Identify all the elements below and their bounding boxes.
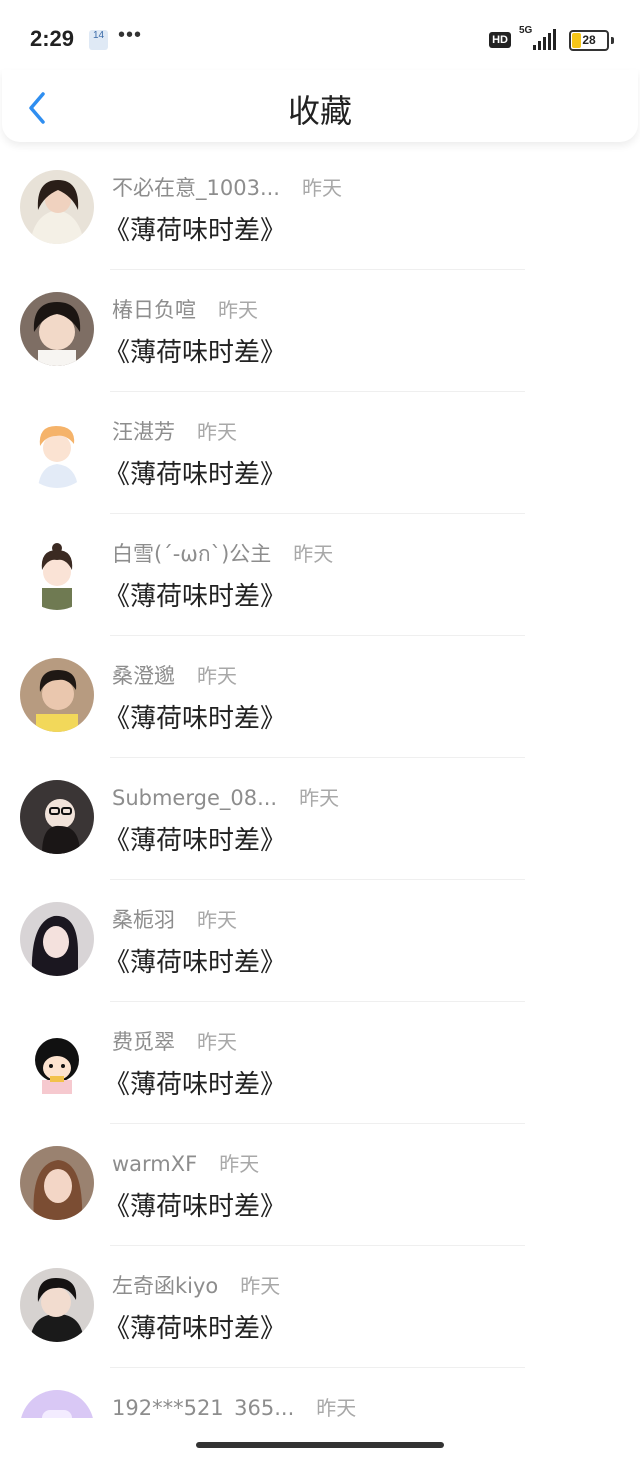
timestamp: 昨天: [219, 1152, 260, 1176]
list-item[interactable]: 桑澄邈 昨天 《薄荷味时差》: [0, 636, 640, 758]
user-avatar-icon: [20, 1390, 94, 1418]
timestamp: 昨天: [197, 664, 237, 688]
avatar[interactable]: [20, 902, 94, 976]
battery-level: 28: [582, 33, 596, 47]
notification-icon: 14: [89, 30, 108, 50]
list-item[interactable]: 左奇函kiyo 昨天 《薄荷味时差》: [0, 1246, 640, 1368]
avatar[interactable]: [20, 780, 94, 854]
avatar[interactable]: [20, 170, 94, 244]
timestamp: 昨天: [197, 420, 237, 444]
book-title[interactable]: 《薄荷味时差》: [104, 1308, 286, 1345]
list-item[interactable]: 费觅翠 昨天 《薄荷味时差》: [0, 1002, 640, 1124]
username: 不必在意_1003...: [112, 176, 280, 200]
network-type-label: 5G: [519, 25, 533, 36]
user-avatar-icon: [20, 658, 94, 732]
username: 汪湛芳: [112, 420, 175, 444]
more-notifications-icon: •••: [118, 24, 143, 46]
list-item[interactable]: 不必在意_1003... 昨天 《薄荷味时差》: [0, 148, 640, 270]
navigation-bar: 收藏: [2, 70, 638, 142]
timestamp: 昨天: [293, 542, 334, 566]
user-avatar-icon: [20, 536, 94, 610]
avatar[interactable]: [20, 1390, 94, 1418]
list-item[interactable]: 白雪(ˊ-ωก`)公主 昨天 《薄荷味时差》: [0, 514, 640, 636]
avatar[interactable]: [20, 292, 94, 366]
book-title[interactable]: 《薄荷味时差》: [104, 576, 286, 613]
status-time: 2:29: [30, 26, 75, 51]
username: 费觅翠: [112, 1030, 175, 1054]
book-title[interactable]: 《薄荷味时差》: [104, 332, 286, 369]
timestamp: 昨天: [218, 298, 258, 322]
hd-icon: HD: [489, 32, 511, 48]
avatar[interactable]: [20, 1146, 94, 1220]
user-avatar-icon: [20, 780, 94, 854]
list-item[interactable]: Submerge_08... 昨天 《薄荷味时差》: [0, 758, 640, 880]
username: 白雪(ˊ-ωก`)公主: [112, 542, 272, 566]
timestamp: 昨天: [240, 1274, 281, 1298]
user-avatar-icon: [20, 1146, 94, 1220]
status-indicators: HD 5G 28: [489, 25, 614, 52]
timestamp: 昨天: [301, 176, 342, 200]
username: 椿日负喧: [112, 298, 196, 322]
list-item[interactable]: warmXF 昨天 《薄荷味时差》: [0, 1124, 640, 1246]
book-title[interactable]: 《薄荷味时差》: [104, 698, 286, 735]
favorites-list: 不必在意_1003... 昨天 《薄荷味时差》 椿日负喧 昨天 《薄荷味时差》: [0, 148, 640, 1418]
home-indicator[interactable]: [196, 1442, 444, 1448]
username: 桑栀羽: [112, 908, 175, 932]
user-avatar-icon: [20, 1268, 94, 1342]
avatar[interactable]: [20, 1268, 94, 1342]
page-title: 收藏: [287, 92, 352, 130]
book-title[interactable]: 《薄荷味时差》: [104, 1186, 286, 1223]
status-bar: 2:29 14 ••• HD 5G 28: [0, 0, 640, 80]
battery-icon: 28: [569, 29, 609, 51]
username: Submerge_08...: [112, 786, 278, 810]
list-item[interactable]: 192***521_365... 昨天: [0, 1368, 640, 1418]
user-avatar-icon: [20, 902, 94, 976]
list-item[interactable]: 汪湛芳 昨天 《薄荷味时差》: [0, 392, 640, 514]
list-item[interactable]: 椿日负喧 昨天 《薄荷味时差》: [0, 270, 640, 392]
avatar[interactable]: [20, 536, 94, 610]
timestamp: 昨天: [197, 908, 237, 932]
timestamp: 昨天: [316, 1396, 357, 1418]
book-title[interactable]: 《薄荷味时差》: [104, 210, 286, 247]
user-avatar-icon: [20, 292, 94, 366]
user-avatar-icon: [20, 414, 94, 488]
book-title[interactable]: 《薄荷味时差》: [104, 1064, 286, 1101]
book-title[interactable]: 《薄荷味时差》: [104, 820, 286, 857]
timestamp: 昨天: [197, 1030, 237, 1054]
user-avatar-icon: [20, 170, 94, 244]
avatar[interactable]: [20, 414, 94, 488]
list-item[interactable]: 桑栀羽 昨天 《薄荷味时差》: [0, 880, 640, 1002]
timestamp: 昨天: [299, 786, 340, 810]
avatar[interactable]: [20, 1024, 94, 1098]
avatar[interactable]: [20, 658, 94, 732]
user-avatar-icon: [20, 1024, 94, 1098]
username: 桑澄邈: [112, 664, 175, 688]
book-title[interactable]: 《薄荷味时差》: [104, 942, 286, 979]
username: 左奇函kiyo: [112, 1274, 219, 1298]
username: warmXF: [112, 1152, 198, 1176]
username: 192***521_365...: [112, 1396, 295, 1418]
book-title[interactable]: 《薄荷味时差》: [104, 454, 286, 491]
signal-icon: 5G: [519, 25, 561, 52]
